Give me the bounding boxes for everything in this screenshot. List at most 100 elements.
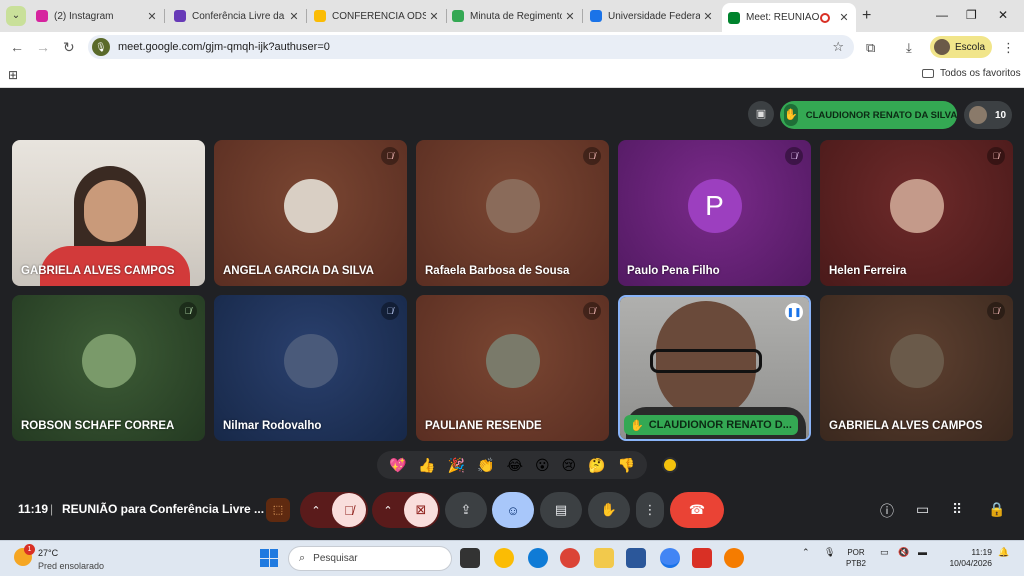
close-tab-icon[interactable]: ✕: [700, 10, 716, 23]
acrobat-icon[interactable]: [692, 548, 712, 568]
close-tab-icon[interactable]: ✕: [426, 10, 442, 23]
close-tab-icon[interactable]: ✕: [286, 10, 302, 23]
activities-icon[interactable]: ⠿: [952, 501, 962, 518]
clap-reaction[interactable]: 👏: [477, 457, 494, 474]
party-reaction[interactable]: 🎉: [448, 457, 465, 474]
tab-universidade[interactable]: Universidade Federal ✕: [584, 0, 720, 32]
sad-reaction[interactable]: 😢: [562, 457, 577, 474]
tab-meet[interactable]: Meet: REUNIÃO p ✕: [722, 3, 856, 32]
system-clock[interactable]: 11:19 10/04/2026: [944, 547, 992, 569]
thumbs-down-reaction[interactable]: 👎: [618, 457, 635, 474]
notification-badge: 1: [24, 544, 35, 555]
tab-search-button[interactable]: ⌄: [6, 6, 26, 26]
word-icon[interactable]: [626, 548, 646, 568]
thinking-reaction[interactable]: 🤔: [588, 457, 605, 474]
participant-tile-speaking[interactable]: ❚❚ ✋ CLAUDIONOR RENATO D...: [618, 295, 811, 441]
thumbs-up-reaction[interactable]: 👍: [418, 457, 435, 474]
mic-options-chevron-icon[interactable]: ⌃: [300, 504, 332, 517]
tab-minuta[interactable]: Minuta de Regimento ✕: [446, 0, 583, 32]
file-explorer-icon[interactable]: [594, 548, 614, 568]
participant-tile[interactable]: 🎙̸ ANGELA GARCIA DA SILVA: [214, 140, 407, 286]
host-controls-icon[interactable]: ⬚: [266, 498, 290, 522]
chat-icon[interactable]: ▭: [916, 501, 929, 518]
new-tab-button[interactable]: +: [862, 7, 871, 25]
more-options-button[interactable]: ⋮: [636, 492, 664, 528]
vlc-icon[interactable]: [724, 548, 744, 568]
minimize-icon[interactable]: —: [936, 8, 948, 22]
url-text[interactable]: meet.google.com/gjm-qmqh-ijk?authuser=0: [118, 41, 330, 53]
input-language[interactable]: POR PTB2: [846, 547, 866, 569]
avatar: [934, 39, 950, 55]
camera-options-chevron-icon[interactable]: ⌃: [372, 504, 404, 517]
restore-icon[interactable]: ❐: [966, 8, 977, 22]
participant-tile[interactable]: GABRIELA ALVES CAMPOS: [12, 140, 205, 286]
extensions-icon[interactable]: ⧉: [866, 40, 875, 56]
mic-off-icon: 🎙̸: [987, 302, 1005, 320]
skin-tone-picker[interactable]: [662, 457, 678, 473]
heart-reaction[interactable]: 💖: [389, 457, 406, 474]
tab-conferencia-livre[interactable]: Conferência Livre da ✕: [168, 0, 307, 32]
participant-tile[interactable]: 🎙̸ P Paulo Pena Filho: [618, 140, 811, 286]
tab-conferencia-ods[interactable]: CONFERÊNCIA ODS - ✕: [308, 0, 447, 32]
notifications-icon[interactable]: 🔔: [998, 547, 1009, 558]
participant-tile[interactable]: 🎙̸ Rafaela Barbosa de Sousa: [416, 140, 609, 286]
reactions-button[interactable]: ☺: [492, 492, 534, 528]
tab-strip: ⌄ (2) Instagram ✕ Conferência Livre da ✕…: [0, 0, 1024, 32]
laugh-reaction[interactable]: 😂: [507, 457, 523, 474]
participant-tile[interactable]: 🎙̸ PAULIANE RESENDE: [416, 295, 609, 441]
network-icon[interactable]: ▭: [880, 547, 889, 558]
participants-button[interactable]: 10: [964, 101, 1012, 129]
reload-icon[interactable]: ↻: [63, 39, 75, 56]
chrome-alt-icon[interactable]: [494, 548, 514, 568]
meeting-info-icon[interactable]: ⓘ: [880, 501, 894, 521]
taskbar-search[interactable]: ⌕ Pesquisar: [288, 546, 452, 571]
tab-title: (2) Instagram: [54, 10, 114, 22]
apps-grid-icon[interactable]: ⊞: [8, 68, 18, 82]
camera-off-icon: ▣: [748, 101, 774, 127]
back-arrow-icon[interactable]: ←: [10, 39, 24, 55]
host-lock-icon[interactable]: 🔒: [988, 501, 1005, 518]
download-icon[interactable]: ⤓: [906, 40, 912, 56]
close-tab-icon[interactable]: ✕: [836, 11, 852, 24]
participant-tile[interactable]: 🎙̸ Helen Ferreira: [820, 140, 1013, 286]
leave-call-button[interactable]: ☎: [670, 492, 724, 528]
raised-hand-pill[interactable]: ✋ CLAUDIONOR RENATO DA SILVA: [780, 101, 957, 129]
close-tab-icon[interactable]: ✕: [144, 10, 160, 23]
participant-tile[interactable]: 🎙̸ Nilmar Rodovalho: [214, 295, 407, 441]
task-view-icon[interactable]: [460, 548, 480, 568]
participant-avatar: [485, 178, 540, 233]
mic-off-icon: 🎙̸: [381, 302, 399, 320]
chrome-icon[interactable]: [560, 548, 580, 568]
all-bookmarks-folder[interactable]: Todos os favoritos: [922, 68, 1021, 79]
battery-icon[interactable]: ▬: [918, 547, 927, 557]
surprised-reaction[interactable]: 😮: [535, 457, 550, 474]
participant-avatar: [889, 178, 944, 233]
camera-off-button[interactable]: ⊠: [404, 493, 438, 527]
show-hidden-icons-chevron[interactable]: ⌃: [802, 547, 810, 558]
edge-icon[interactable]: [528, 548, 548, 568]
raise-hand-button[interactable]: ✋: [588, 492, 630, 528]
tab-instagram[interactable]: (2) Instagram ✕: [30, 0, 165, 32]
close-tab-icon[interactable]: ✕: [562, 10, 578, 23]
microphone-tray-icon[interactable]: 🎙: [824, 547, 835, 558]
participant-name: Paulo Pena Filho: [627, 265, 720, 277]
participant-name: ANGELA GARCIA DA SILVA: [223, 265, 374, 277]
forward-arrow-icon[interactable]: →: [36, 39, 50, 55]
mic-off-button[interactable]: 🎙̸: [332, 493, 366, 527]
time-text: 11:19: [971, 547, 992, 557]
menu-dots-icon[interactable]: ⋮: [1002, 40, 1015, 56]
bookmark-star-icon[interactable]: ☆: [832, 39, 844, 55]
participant-name: Nilmar Rodovalho: [223, 420, 322, 432]
captions-button[interactable]: ▤: [540, 492, 582, 528]
participant-tile[interactable]: 🎙̸ ROBSON SCHAFF CORREA: [12, 295, 205, 441]
site-info-icon[interactable]: 🎙: [92, 38, 110, 56]
present-screen-button[interactable]: ⇪: [445, 492, 487, 528]
volume-mute-icon[interactable]: 🔇: [898, 547, 909, 558]
participant-tile[interactable]: 🎙̸ GABRIELA ALVES CAMPOS: [820, 295, 1013, 441]
profile-button[interactable]: Escola: [930, 36, 992, 58]
chrome-active-icon[interactable]: [660, 548, 680, 568]
address-bar[interactable]: 🎙 meet.google.com/gjm-qmqh-ijk?authuser=…: [88, 35, 854, 59]
windows-start-icon[interactable]: [260, 549, 278, 567]
forms-icon: [174, 10, 186, 22]
close-window-icon[interactable]: ✕: [998, 8, 1008, 22]
